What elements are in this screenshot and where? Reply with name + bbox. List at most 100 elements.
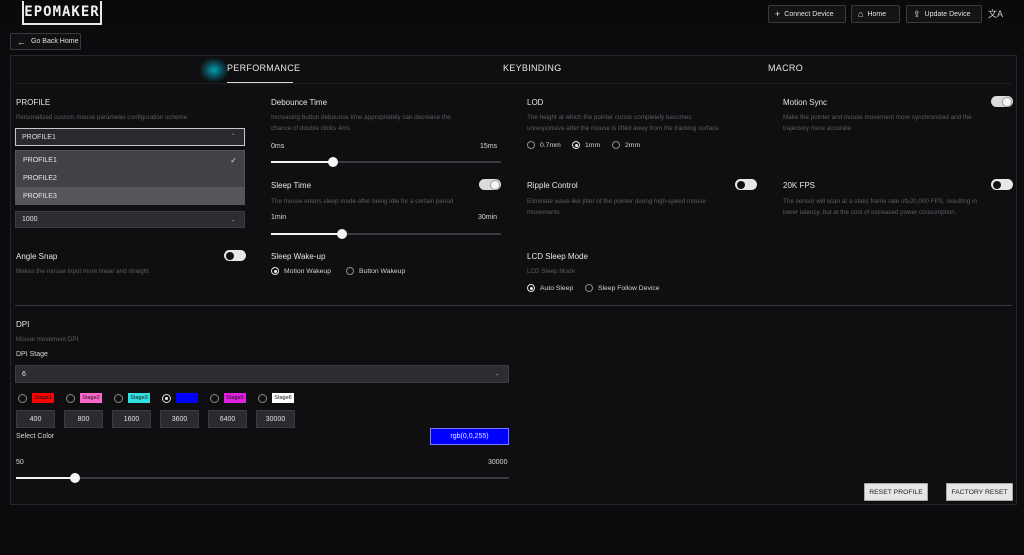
dpi-stage-value[interactable]: 400 bbox=[16, 410, 55, 428]
dpi-stage-color-swatch[interactable]: Stage5 bbox=[224, 393, 246, 403]
chevron-down-icon: ⌄ bbox=[494, 370, 500, 378]
dpi-slider[interactable] bbox=[16, 473, 509, 483]
profile-dropdown-menu: PROFILE1 ✓ PROFILE2 PROFILE3 bbox=[15, 150, 245, 205]
dpi-stage-5[interactable]: Stage5 bbox=[210, 393, 246, 403]
dpi-stage-radio[interactable] bbox=[18, 393, 27, 403]
lcd-sleep-mode-description: LCD Sleep Mode bbox=[527, 268, 575, 275]
angle-snap-title: Angle Snap bbox=[16, 252, 58, 261]
radio-button-wakeup[interactable]: Button Wakeup bbox=[346, 267, 405, 275]
top-bar: EPOMAKER + Connect Device ⌂ Home ⇪ Updat… bbox=[0, 0, 1024, 28]
dpi-stage-label: DPI Stage bbox=[16, 351, 48, 358]
debounce-title: Debounce Time bbox=[271, 98, 328, 107]
dpi-description: Mouse movement DPI bbox=[16, 336, 79, 343]
tab-keybinding[interactable]: KEYBINDING bbox=[503, 63, 562, 73]
dpi-stage-value[interactable]: 800 bbox=[64, 410, 103, 428]
radio-lod-2mm[interactable]: 2mm bbox=[612, 141, 640, 149]
motion-sync-description-line1: Make the pointer and mouse movement more… bbox=[783, 114, 972, 121]
dpi-stage-radio[interactable] bbox=[162, 393, 171, 403]
dpi-stage-value[interactable]: 6400 bbox=[208, 410, 247, 428]
color-picker-input[interactable]: rgb(0,0,255) bbox=[430, 428, 509, 445]
dpi-stage-radio[interactable] bbox=[66, 393, 75, 403]
angle-snap-toggle[interactable] bbox=[224, 250, 246, 261]
profile-title: PROFILE bbox=[16, 98, 51, 107]
radio-sleep-follow-device[interactable]: Sleep Follow Device bbox=[585, 284, 660, 292]
dpi-stage-radio[interactable] bbox=[210, 393, 219, 403]
epomaker-logo: EPOMAKER bbox=[22, 1, 102, 25]
debounce-max-label: 15ms bbox=[480, 143, 498, 150]
translate-icon[interactable]: 文A bbox=[988, 7, 1003, 20]
dpi-stage-6[interactable]: Stage6 bbox=[258, 393, 294, 403]
angle-snap-description: Makes the mouse input more linear and st… bbox=[16, 268, 150, 275]
debounce-slider[interactable] bbox=[271, 157, 501, 167]
sleep-wakeup-title: Sleep Wake-up bbox=[271, 252, 326, 261]
profile-select[interactable]: PROFILE1 ⌃ bbox=[15, 128, 245, 146]
radio-lod-0-7mm[interactable]: 0.7mm bbox=[527, 141, 561, 149]
lod-title: LOD bbox=[527, 98, 544, 107]
ripple-description-line2: movements bbox=[527, 209, 560, 216]
upload-icon: ⇪ bbox=[913, 8, 921, 19]
sleep-time-toggle[interactable] bbox=[479, 179, 501, 190]
dpi-stage-value[interactable]: 30000 bbox=[256, 410, 295, 428]
sleep-time-min-label: 1min bbox=[271, 214, 287, 221]
reset-profile-button[interactable]: RESET PROFILE bbox=[864, 483, 928, 501]
tab-macro[interactable]: MACRO bbox=[768, 63, 803, 73]
connect-device-button[interactable]: + Connect Device bbox=[768, 5, 846, 23]
dpi-stage-1[interactable]: Stage1 bbox=[18, 393, 54, 403]
home-button[interactable]: ⌂ Home bbox=[851, 5, 900, 23]
fps-20k-title: 20K FPS bbox=[783, 181, 816, 190]
profile-option-1[interactable]: PROFILE1 ✓ bbox=[16, 151, 244, 169]
go-back-home-button[interactable]: ← Go Back Home bbox=[10, 33, 81, 50]
polling-rate-select[interactable]: 1000 ⌄ bbox=[15, 211, 245, 228]
debounce-description-line1: Increasing button debounce time appropri… bbox=[271, 114, 451, 121]
dpi-stage-color-swatch[interactable]: Stage4 bbox=[176, 393, 198, 403]
fps-20k-toggle[interactable] bbox=[991, 179, 1013, 190]
lod-description-line1: The height at which the pointer cursor c… bbox=[527, 114, 692, 121]
dpi-stage-color-swatch[interactable]: Stage6 bbox=[272, 393, 294, 403]
motion-sync-title: Motion Sync bbox=[783, 98, 828, 107]
motion-sync-toggle[interactable] bbox=[991, 96, 1013, 107]
dpi-stage-color-swatch[interactable]: Stage1 bbox=[32, 393, 54, 403]
profile-description: Personalized custom mouse parameter conf… bbox=[16, 114, 188, 121]
select-color-label: Select Color bbox=[16, 433, 55, 440]
plus-icon: + bbox=[775, 8, 781, 19]
dpi-stage-radio[interactable] bbox=[114, 393, 123, 403]
dpi-stage-3[interactable]: Stage3 bbox=[114, 393, 150, 403]
dpi-stage-radio[interactable] bbox=[258, 393, 267, 403]
chevron-up-icon: ⌃ bbox=[230, 133, 236, 141]
sleep-time-title: Sleep Time bbox=[271, 181, 312, 190]
checkmark-icon: ✓ bbox=[230, 155, 237, 165]
sleep-time-slider[interactable] bbox=[271, 229, 501, 239]
radio-motion-wakeup[interactable]: Motion Wakeup bbox=[271, 267, 331, 275]
fps-20k-description-line1: The sensor will scan at a static frame r… bbox=[783, 198, 977, 205]
lcd-sleep-mode-title: LCD Sleep Mode bbox=[527, 252, 588, 261]
motion-sync-description-line2: trajectory more accurate bbox=[783, 125, 851, 132]
tab-performance[interactable]: PERFORMANCE bbox=[227, 63, 300, 73]
sleep-time-max-label: 30min bbox=[478, 214, 498, 221]
dpi-stage-value[interactable]: 3600 bbox=[160, 410, 199, 428]
dpi-stage-select[interactable]: 6 ⌄ bbox=[15, 365, 509, 383]
dpi-title: DPI bbox=[16, 320, 30, 329]
dpi-min-label: 50 bbox=[16, 459, 24, 466]
ripple-description-line1: Eliminate wave-like jitter of the pointe… bbox=[527, 198, 706, 205]
dpi-stage-color-swatch[interactable]: Stage2 bbox=[80, 393, 102, 403]
fps-20k-description-line2: lower latency, but at the cost of increa… bbox=[783, 209, 957, 216]
update-device-button[interactable]: ⇪ Update Device bbox=[906, 5, 982, 23]
dpi-stage-value[interactable]: 1600 bbox=[112, 410, 151, 428]
radio-lod-1mm[interactable]: 1mm bbox=[572, 141, 600, 149]
chevron-down-icon: ⌄ bbox=[230, 216, 236, 224]
tabs-divider bbox=[15, 83, 1012, 84]
dpi-stage-4[interactable]: Stage4 bbox=[162, 393, 198, 403]
factory-reset-button[interactable]: FACTORY RESET bbox=[946, 483, 1013, 501]
radio-auto-sleep[interactable]: Auto Sleep bbox=[527, 284, 573, 292]
active-tab-glow bbox=[200, 58, 228, 82]
debounce-min-label: 0ms bbox=[271, 143, 285, 150]
dpi-max-label: 30000 bbox=[488, 459, 508, 466]
ripple-control-toggle[interactable] bbox=[735, 179, 757, 190]
sleep-time-description: The mouse enters sleep mode after being … bbox=[271, 198, 454, 205]
home-icon: ⌂ bbox=[858, 8, 864, 19]
lod-description-line2: unresponsive after the mouse is lifted a… bbox=[527, 125, 719, 132]
profile-option-3[interactable]: PROFILE3 bbox=[16, 187, 244, 205]
dpi-stage-2[interactable]: Stage2 bbox=[66, 393, 102, 403]
profile-option-2[interactable]: PROFILE2 bbox=[16, 169, 244, 187]
dpi-stage-color-swatch[interactable]: Stage3 bbox=[128, 393, 150, 403]
